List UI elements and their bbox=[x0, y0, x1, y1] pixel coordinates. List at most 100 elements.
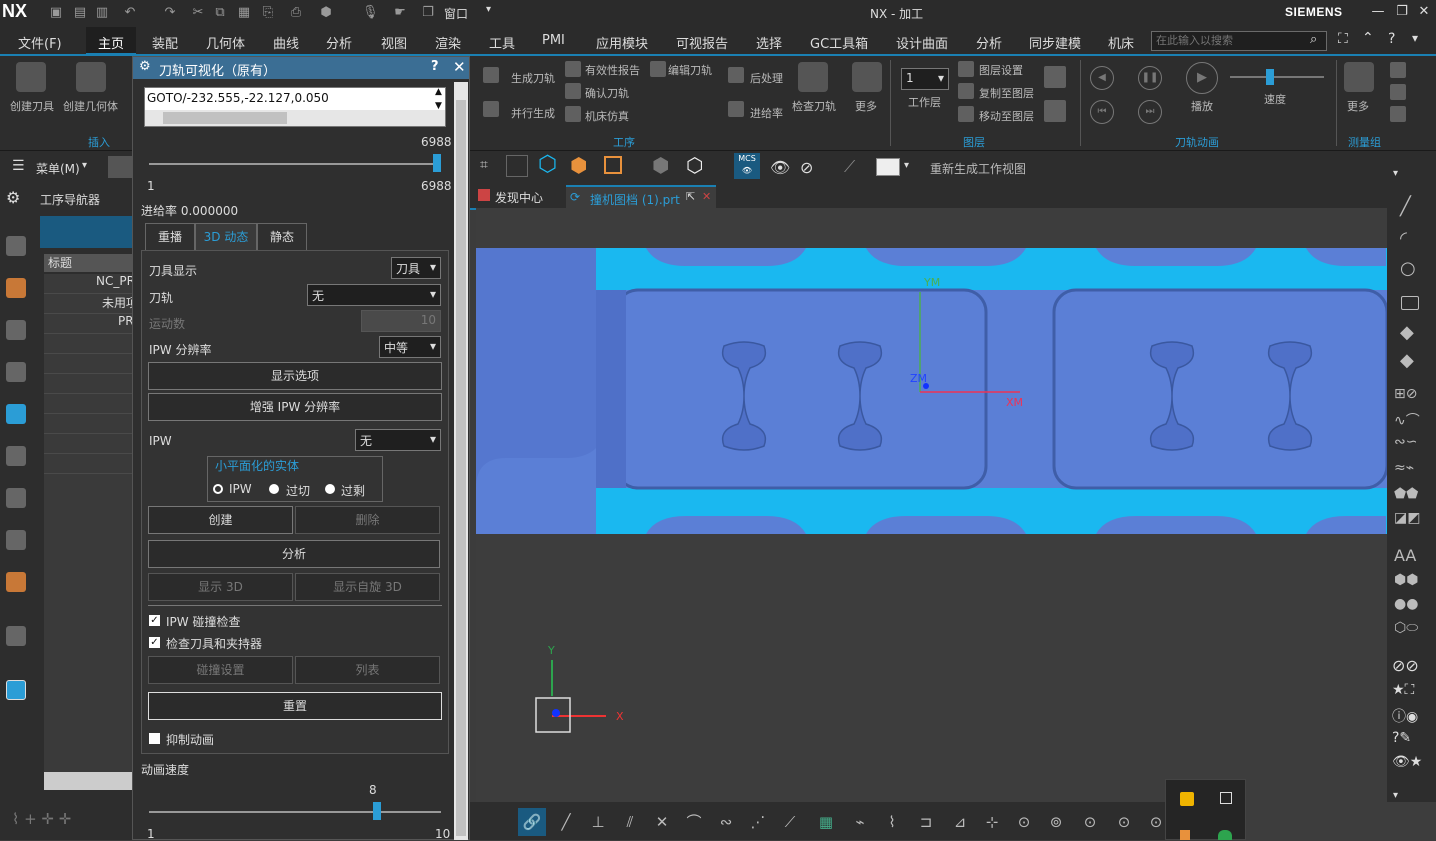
surface-icon[interactable]: ◆ bbox=[1400, 322, 1414, 343]
confirm-toolpath-label[interactable]: 确认刀轨 bbox=[585, 85, 629, 101]
dialog-vscrollbar[interactable] bbox=[454, 82, 468, 840]
ipw-resolution-combo[interactable]: 中等 bbox=[379, 336, 441, 358]
list-button[interactable]: 列表 bbox=[295, 656, 440, 684]
motion-slider-thumb[interactable] bbox=[433, 154, 441, 172]
window-icon[interactable]: ❐ bbox=[420, 5, 436, 21]
check-tool-holder-checkbox[interactable]: ✓ bbox=[149, 637, 160, 648]
reuse-library-icon[interactable] bbox=[6, 320, 26, 340]
goto-scroll-thumb[interactable] bbox=[163, 112, 287, 124]
menu-analysis-2[interactable]: 分析 bbox=[976, 33, 1002, 52]
animation-speed-thumb[interactable] bbox=[372, 802, 381, 820]
dialog-title-bar[interactable]: ⚙ 刀轨可视化（原有） ? ✕ bbox=[133, 57, 469, 79]
machining-feature-icon[interactable] bbox=[6, 488, 26, 508]
show-3d-button[interactable]: 显示 3D bbox=[148, 573, 293, 601]
menu-visual-report[interactable]: 可视报告 bbox=[676, 33, 728, 52]
tool-display-combo[interactable]: 刀具 bbox=[391, 257, 441, 279]
system-material-icon[interactable] bbox=[6, 626, 26, 646]
hide-icon[interactable]: ⊘ bbox=[800, 158, 813, 177]
validity-report-label[interactable]: 有效性报告 bbox=[585, 62, 640, 78]
snap-endpoint-icon[interactable]: ╱ bbox=[556, 812, 576, 832]
restore-icon[interactable]: ❐ bbox=[1392, 2, 1412, 22]
tray-app-icon[interactable] bbox=[1180, 830, 1190, 840]
tab-part-file[interactable]: ⟳ 撞机图档 (1).prt ⇱ ✕ bbox=[566, 185, 716, 209]
suppress-animation-checkbox[interactable] bbox=[149, 733, 160, 744]
tree-row[interactable] bbox=[44, 414, 132, 434]
menu-file[interactable]: 文件(F) bbox=[18, 33, 62, 52]
dialog-close-icon[interactable]: ✕ bbox=[453, 58, 466, 76]
strip-chevron-down-icon[interactable]: ▾ bbox=[1393, 168, 1398, 179]
machine-sim-icon[interactable] bbox=[565, 106, 581, 122]
menu-view[interactable]: 视图 bbox=[381, 33, 407, 52]
settings-gear-icon[interactable]: ⚙ bbox=[6, 188, 20, 207]
minimize-icon[interactable]: — bbox=[1368, 2, 1388, 22]
more-operation-icon[interactable] bbox=[852, 62, 882, 92]
tree-row-unused[interactable]: 未用项 bbox=[44, 294, 132, 314]
measure-distance-icon[interactable] bbox=[1390, 62, 1406, 78]
menu-gc-toolbox[interactable]: GC工具箱 bbox=[810, 33, 868, 52]
polygon-icon[interactable]: ⬡⬭ bbox=[1394, 620, 1418, 636]
operation-navigator-icon[interactable] bbox=[6, 404, 26, 424]
snap-bottom-icon[interactable]: ⌇ + ✛ ✛ bbox=[12, 810, 71, 828]
arc-icon[interactable]: ◜ bbox=[1400, 228, 1407, 249]
play-label[interactable]: 播放 bbox=[1191, 98, 1213, 114]
speed-slider-thumb[interactable] bbox=[1266, 69, 1274, 85]
navigator-view-buttons[interactable] bbox=[40, 216, 132, 248]
copy-to-layer-icon[interactable] bbox=[958, 83, 974, 99]
menu-analysis[interactable]: 分析 bbox=[326, 33, 352, 52]
edit-toolpath-label[interactable]: 编辑刀轨 bbox=[668, 62, 712, 78]
solid-icon[interactable]: ⬢⬢ bbox=[1394, 572, 1418, 588]
machine-navigator-icon[interactable] bbox=[6, 446, 26, 466]
repeat-icon[interactable]: ⎘ bbox=[260, 5, 276, 21]
history-icon[interactable] bbox=[6, 572, 26, 592]
radio-overcut[interactable] bbox=[269, 484, 279, 494]
to-end-icon[interactable]: ⏭ bbox=[1138, 100, 1162, 124]
animation-speed-track[interactable] bbox=[149, 811, 441, 813]
increase-ipw-button[interactable]: 增强 IPW 分辨率 bbox=[148, 393, 442, 421]
create-geometry-icon[interactable] bbox=[76, 62, 106, 92]
radio-excess[interactable] bbox=[325, 484, 335, 494]
pin-icon[interactable]: ⇱ bbox=[686, 190, 695, 203]
snap-sphere-center-icon[interactable]: ⊚ bbox=[1046, 812, 1066, 832]
background-chevron-down-icon[interactable]: ▾ bbox=[904, 160, 909, 171]
delete-button[interactable]: 删除 bbox=[295, 506, 440, 534]
close-file-icon[interactable]: ▥ bbox=[94, 5, 110, 21]
tree-row[interactable] bbox=[44, 434, 132, 454]
dialog-scroll-thumb[interactable] bbox=[456, 100, 466, 836]
snap-more-icon[interactable]: ⊙ bbox=[1146, 812, 1166, 832]
info-icon[interactable]: ⓘ◉ bbox=[1392, 706, 1418, 726]
menu-curve[interactable]: 曲线 bbox=[273, 33, 299, 52]
paste-icon[interactable]: ▦ bbox=[236, 5, 252, 21]
snap-point-icon[interactable]: ⊙ bbox=[1080, 812, 1100, 832]
tree-row[interactable] bbox=[44, 394, 132, 414]
rectangle-icon[interactable] bbox=[1401, 296, 1419, 310]
cube-orange-icon[interactable]: ⬢ bbox=[570, 154, 587, 176]
snap-nearest-icon[interactable]: ⊙ bbox=[1114, 812, 1134, 832]
tab-close-icon[interactable]: ✕ bbox=[702, 190, 711, 203]
regenerate-view[interactable]: 重新生成工作视图 bbox=[930, 160, 1026, 177]
navigator-column-header[interactable]: 标题 bbox=[44, 254, 132, 272]
axes-icon[interactable]: ⟋ bbox=[844, 157, 855, 177]
tab-static[interactable]: 静态 bbox=[257, 223, 307, 250]
goto-hscrollbar[interactable] bbox=[145, 110, 445, 126]
snap-enable-icon[interactable]: 🔗 bbox=[518, 808, 546, 836]
tray-wechat-icon[interactable] bbox=[1218, 830, 1232, 840]
ipw-collision-checkbox[interactable]: ✓ bbox=[149, 615, 160, 626]
microphone-icon[interactable]: 🎙 bbox=[362, 5, 379, 21]
postprocess-icon[interactable] bbox=[728, 67, 744, 83]
tree-row-nc-program[interactable]: NC_PR bbox=[44, 274, 132, 294]
pause-icon[interactable]: ❚❚ bbox=[1138, 66, 1162, 90]
layer-visibility-icon[interactable] bbox=[1044, 100, 1066, 122]
generate-toolpath-label[interactable]: 生成刀轨 bbox=[511, 70, 555, 86]
machine-sim-label[interactable]: 机床仿真 bbox=[585, 108, 629, 124]
create-button[interactable]: 创建 bbox=[148, 506, 293, 534]
feedrate-icon[interactable] bbox=[728, 101, 744, 117]
snap-icon[interactable] bbox=[506, 155, 528, 177]
menu-home[interactable]: 主页 bbox=[98, 33, 124, 52]
measure-more-icon[interactable] bbox=[1344, 62, 1374, 92]
web-browser-icon[interactable] bbox=[6, 530, 26, 550]
snap-on-curve-icon[interactable]: ⟋ bbox=[780, 812, 800, 832]
snap-circle-center-icon[interactable]: ⊙ bbox=[1014, 812, 1034, 832]
favorite-icon[interactable]: ★⛶ bbox=[1392, 682, 1414, 698]
dialog-gear-icon[interactable]: ⚙ bbox=[139, 59, 151, 74]
work-layer-combo[interactable]: 1 bbox=[901, 68, 949, 90]
